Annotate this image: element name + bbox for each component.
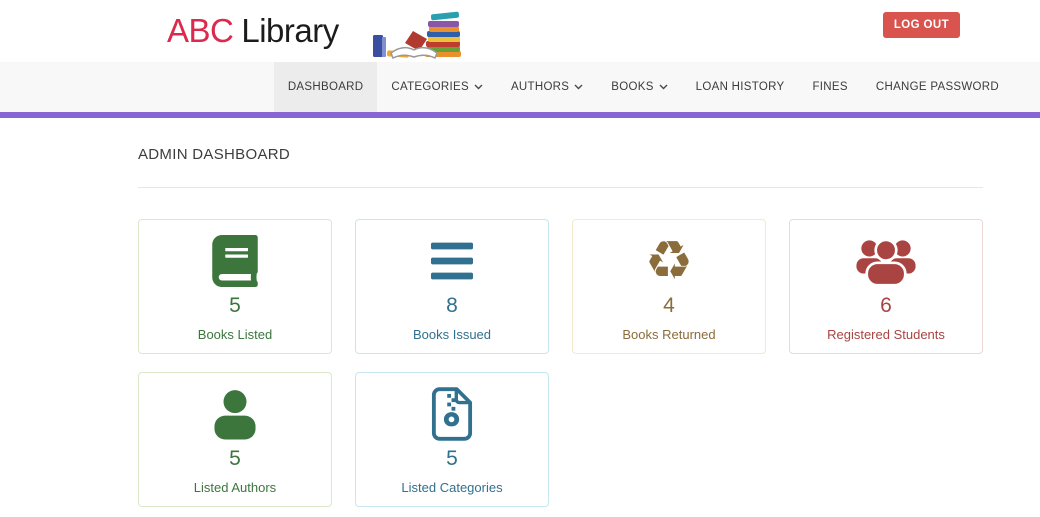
- nav-item-label: AUTHORS: [510, 81, 570, 93]
- stat-card-listed-authors: 5 Listed Authors: [138, 372, 332, 507]
- stats-grid: 5 Books Listed 8 Books Issued ♻ 4 Books …: [138, 219, 983, 507]
- stat-card-registered-students: 6 Registered Students: [789, 219, 983, 354]
- stat-label: Books Listed: [197, 327, 273, 342]
- users-icon: [856, 230, 916, 292]
- nav-item-categories[interactable]: CATEGORIES: [377, 62, 497, 112]
- user-icon: [212, 383, 258, 445]
- nav-item-label: LOAN HISTORY: [695, 81, 785, 93]
- stat-card-listed-categories: 5 Listed Categories: [355, 372, 549, 507]
- nav-list: DASHBOARD CATEGORIES AUTHORS BOOKS LOAN …: [0, 62, 1040, 112]
- stat-label: Books Returned: [622, 327, 716, 342]
- brand-secondary-text: Library: [241, 12, 339, 49]
- nav-item-loan-history[interactable]: LOAN HISTORY: [682, 62, 799, 112]
- nav-item-books[interactable]: BOOKS: [597, 62, 681, 112]
- stat-label: Listed Authors: [193, 480, 277, 495]
- nav-item-dashboard[interactable]: DASHBOARD: [273, 62, 378, 112]
- bars-icon: [428, 230, 476, 292]
- stat-count: 4: [663, 294, 675, 317]
- chevron-down-icon: [574, 84, 583, 90]
- nav-item-label: DASHBOARD: [287, 81, 364, 93]
- nav-item-authors[interactable]: AUTHORS: [497, 62, 597, 112]
- stat-count: 5: [446, 447, 458, 470]
- stat-label: Registered Students: [827, 327, 945, 342]
- brand-logo: ABC Library: [167, 12, 339, 50]
- main-nav: DASHBOARD CATEGORIES AUTHORS BOOKS LOAN …: [0, 62, 1040, 118]
- file-archive-icon: [431, 383, 473, 445]
- stat-card-books-listed: 5 Books Listed: [138, 219, 332, 354]
- chevron-down-icon: [659, 84, 668, 90]
- nav-item-fines[interactable]: FINES: [798, 62, 861, 112]
- stat-label: Books Issued: [412, 327, 492, 342]
- nav-item-label: FINES: [812, 81, 848, 93]
- stat-count: 5: [229, 294, 241, 317]
- stat-label: Listed Categories: [401, 480, 503, 495]
- nav-item-label: BOOKS: [611, 81, 654, 93]
- book-icon: [212, 230, 258, 292]
- header: ABC Library LOG OUT: [0, 0, 1040, 62]
- stat-count: 6: [880, 294, 892, 317]
- nav-item-change-password[interactable]: CHANGE PASSWORD: [862, 62, 1013, 112]
- stat-count: 5: [229, 447, 241, 470]
- main-content: ADMIN DASHBOARD 5 Books Listed 8 Books I…: [0, 118, 1040, 507]
- stat-card-books-returned: ♻ 4 Books Returned: [572, 219, 766, 354]
- brand-primary-text: ABC: [167, 12, 234, 49]
- recycle-icon: ♻: [644, 229, 694, 292]
- divider: [138, 187, 983, 188]
- nav-item-label: CHANGE PASSWORD: [875, 81, 999, 93]
- logout-button[interactable]: LOG OUT: [882, 12, 960, 38]
- chevron-down-icon: [474, 84, 483, 90]
- page-title: ADMIN DASHBOARD: [138, 146, 291, 163]
- stat-card-books-issued: 8 Books Issued: [355, 219, 549, 354]
- stat-count: 8: [446, 294, 458, 317]
- nav-item-label: CATEGORIES: [391, 81, 469, 93]
- books-clipart-image: [372, 11, 461, 60]
